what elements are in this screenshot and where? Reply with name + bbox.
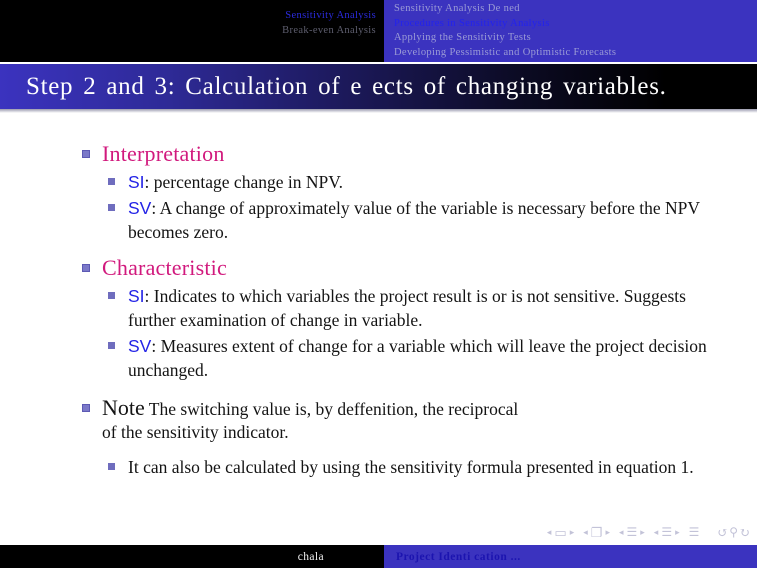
- nav-item-sensitivity-analysis[interactable]: Sensitivity Analysis: [0, 9, 376, 24]
- slide-title: Step 2 and 3: Calculation of e ects of c…: [26, 72, 667, 100]
- text-interpretation-si: : percentage change in NPV.: [144, 172, 343, 192]
- tag-si: SI: [128, 286, 145, 306]
- history-navigation-group: ↺ ⚲ ↻: [717, 526, 750, 539]
- nav-section-sensitivity-analysis: Sensitivity Analysis Break-even Analysis: [0, 0, 384, 62]
- search-icon[interactable]: ⚲: [729, 526, 738, 538]
- text-characteristic-si: : Indicates to which variables the proje…: [128, 286, 686, 330]
- content-block-interpretation: Interpretation: [80, 140, 717, 168]
- section-navigation-group: ◂ ☰ ▸: [619, 526, 645, 538]
- list-item-interpretation-sv: SV: A change of approximately value of t…: [80, 196, 717, 244]
- bullet-square-icon: [82, 150, 90, 158]
- document-navigation-group: ☰: [689, 526, 700, 538]
- list-item-note-subitem: It can also be calculated by using the s…: [80, 455, 717, 479]
- bullet-square-icon: [108, 463, 115, 470]
- list-item-interpretation-si: SI: percentage change in NPV.: [80, 170, 717, 194]
- bullet-square-icon: [108, 292, 115, 299]
- part-navigation-group: ◂ ☰ ▸: [654, 526, 680, 538]
- slide-footer: chala Project Identi cation ...: [0, 545, 757, 568]
- slide-body: Interpretation SI: percentage change in …: [0, 118, 757, 518]
- frame-navigation-group: ◂ ▭ ▸: [547, 526, 574, 539]
- tag-si: SI: [128, 172, 145, 192]
- list-item-characteristic-sv: SV: Measures extent of change for a vari…: [80, 334, 717, 382]
- subsection-icon[interactable]: ❐: [591, 526, 603, 539]
- bullet-square-icon: [108, 342, 115, 349]
- previous-frame-icon[interactable]: ◂: [547, 527, 552, 537]
- nav-item-applying-the-sensitivity-tests[interactable]: Applying the Sensitivity Tests: [394, 31, 757, 46]
- footer-document-section: Project Identi cation ...: [384, 545, 757, 568]
- nav-section-subsections: Sensitivity Analysis De ned Procedures i…: [384, 0, 757, 62]
- frame-icon[interactable]: ▭: [554, 526, 566, 539]
- list-item-characteristic-si: SI: Indicates to which variables the pro…: [80, 284, 717, 332]
- subsection-navigation-group: ◂ ❐ ▸: [583, 526, 610, 539]
- nav-item-developing-forecasts[interactable]: Developing Pessimistic and Optimistic Fo…: [394, 46, 757, 61]
- tag-sv: SV: [128, 336, 152, 356]
- footer-document-title: Project Identi cation ...: [396, 550, 521, 563]
- slide-navigation-bar: Sensitivity Analysis Break-even Analysis…: [0, 0, 757, 62]
- heading-characteristic: Characteristic: [102, 255, 227, 280]
- text-note-subitem: It can also be calculated by using the s…: [128, 457, 694, 477]
- document-icon[interactable]: ☰: [689, 526, 700, 538]
- previous-subsection-icon[interactable]: ◂: [583, 527, 588, 537]
- beamer-navigation-symbols: ◂ ▭ ▸ ◂ ❐ ▸ ◂ ☰ ▸ ◂ ☰ ▸ ☰ ↺ ⚲ ↻: [470, 520, 750, 544]
- footer-author: chala: [297, 550, 324, 563]
- next-section-icon[interactable]: ▸: [640, 527, 645, 537]
- bullet-square-icon: [82, 404, 90, 412]
- back-icon[interactable]: ↺: [717, 526, 728, 539]
- next-frame-icon[interactable]: ▸: [570, 527, 575, 537]
- tag-sv: SV: [128, 198, 152, 218]
- content-block-note: Note The switching value is, by deffenit…: [80, 394, 717, 445]
- heading-interpretation: Interpretation: [102, 141, 225, 166]
- previous-part-icon[interactable]: ◂: [654, 527, 659, 537]
- title-bar-shadow: [0, 109, 757, 113]
- nav-item-procedures-in-sensitivity-analysis[interactable]: Procedures in Sensitivity Analysis: [394, 17, 757, 32]
- forward-icon[interactable]: ↻: [739, 526, 750, 539]
- part-icon[interactable]: ☰: [661, 526, 672, 538]
- bullet-square-icon: [108, 178, 115, 185]
- text-note-line2: of the sensitivity indicator.: [102, 422, 289, 442]
- bullet-square-icon: [82, 264, 90, 272]
- section-icon[interactable]: ☰: [627, 526, 638, 538]
- footer-author-section: chala: [0, 545, 384, 568]
- heading-note: Note: [102, 395, 145, 420]
- nav-item-break-even-analysis[interactable]: Break-even Analysis: [0, 24, 376, 39]
- nav-item-sensitivity-analysis-defined[interactable]: Sensitivity Analysis De ned: [394, 2, 757, 17]
- previous-section-icon[interactable]: ◂: [619, 527, 624, 537]
- presentation-slide: Sensitivity Analysis Break-even Analysis…: [0, 0, 757, 568]
- text-note-line1: The switching value is, by deffenition, …: [148, 399, 519, 419]
- next-part-icon[interactable]: ▸: [675, 527, 680, 537]
- text-characteristic-sv: : Measures extent of change for a variab…: [128, 336, 707, 380]
- bullet-square-icon: [108, 204, 115, 211]
- next-subsection-icon[interactable]: ▸: [605, 527, 610, 537]
- slide-title-bar: Step 2 and 3: Calculation of e ects of c…: [0, 64, 757, 109]
- text-interpretation-sv: : A change of approximately value of the…: [128, 198, 700, 242]
- content-block-characteristic: Characteristic: [80, 254, 717, 282]
